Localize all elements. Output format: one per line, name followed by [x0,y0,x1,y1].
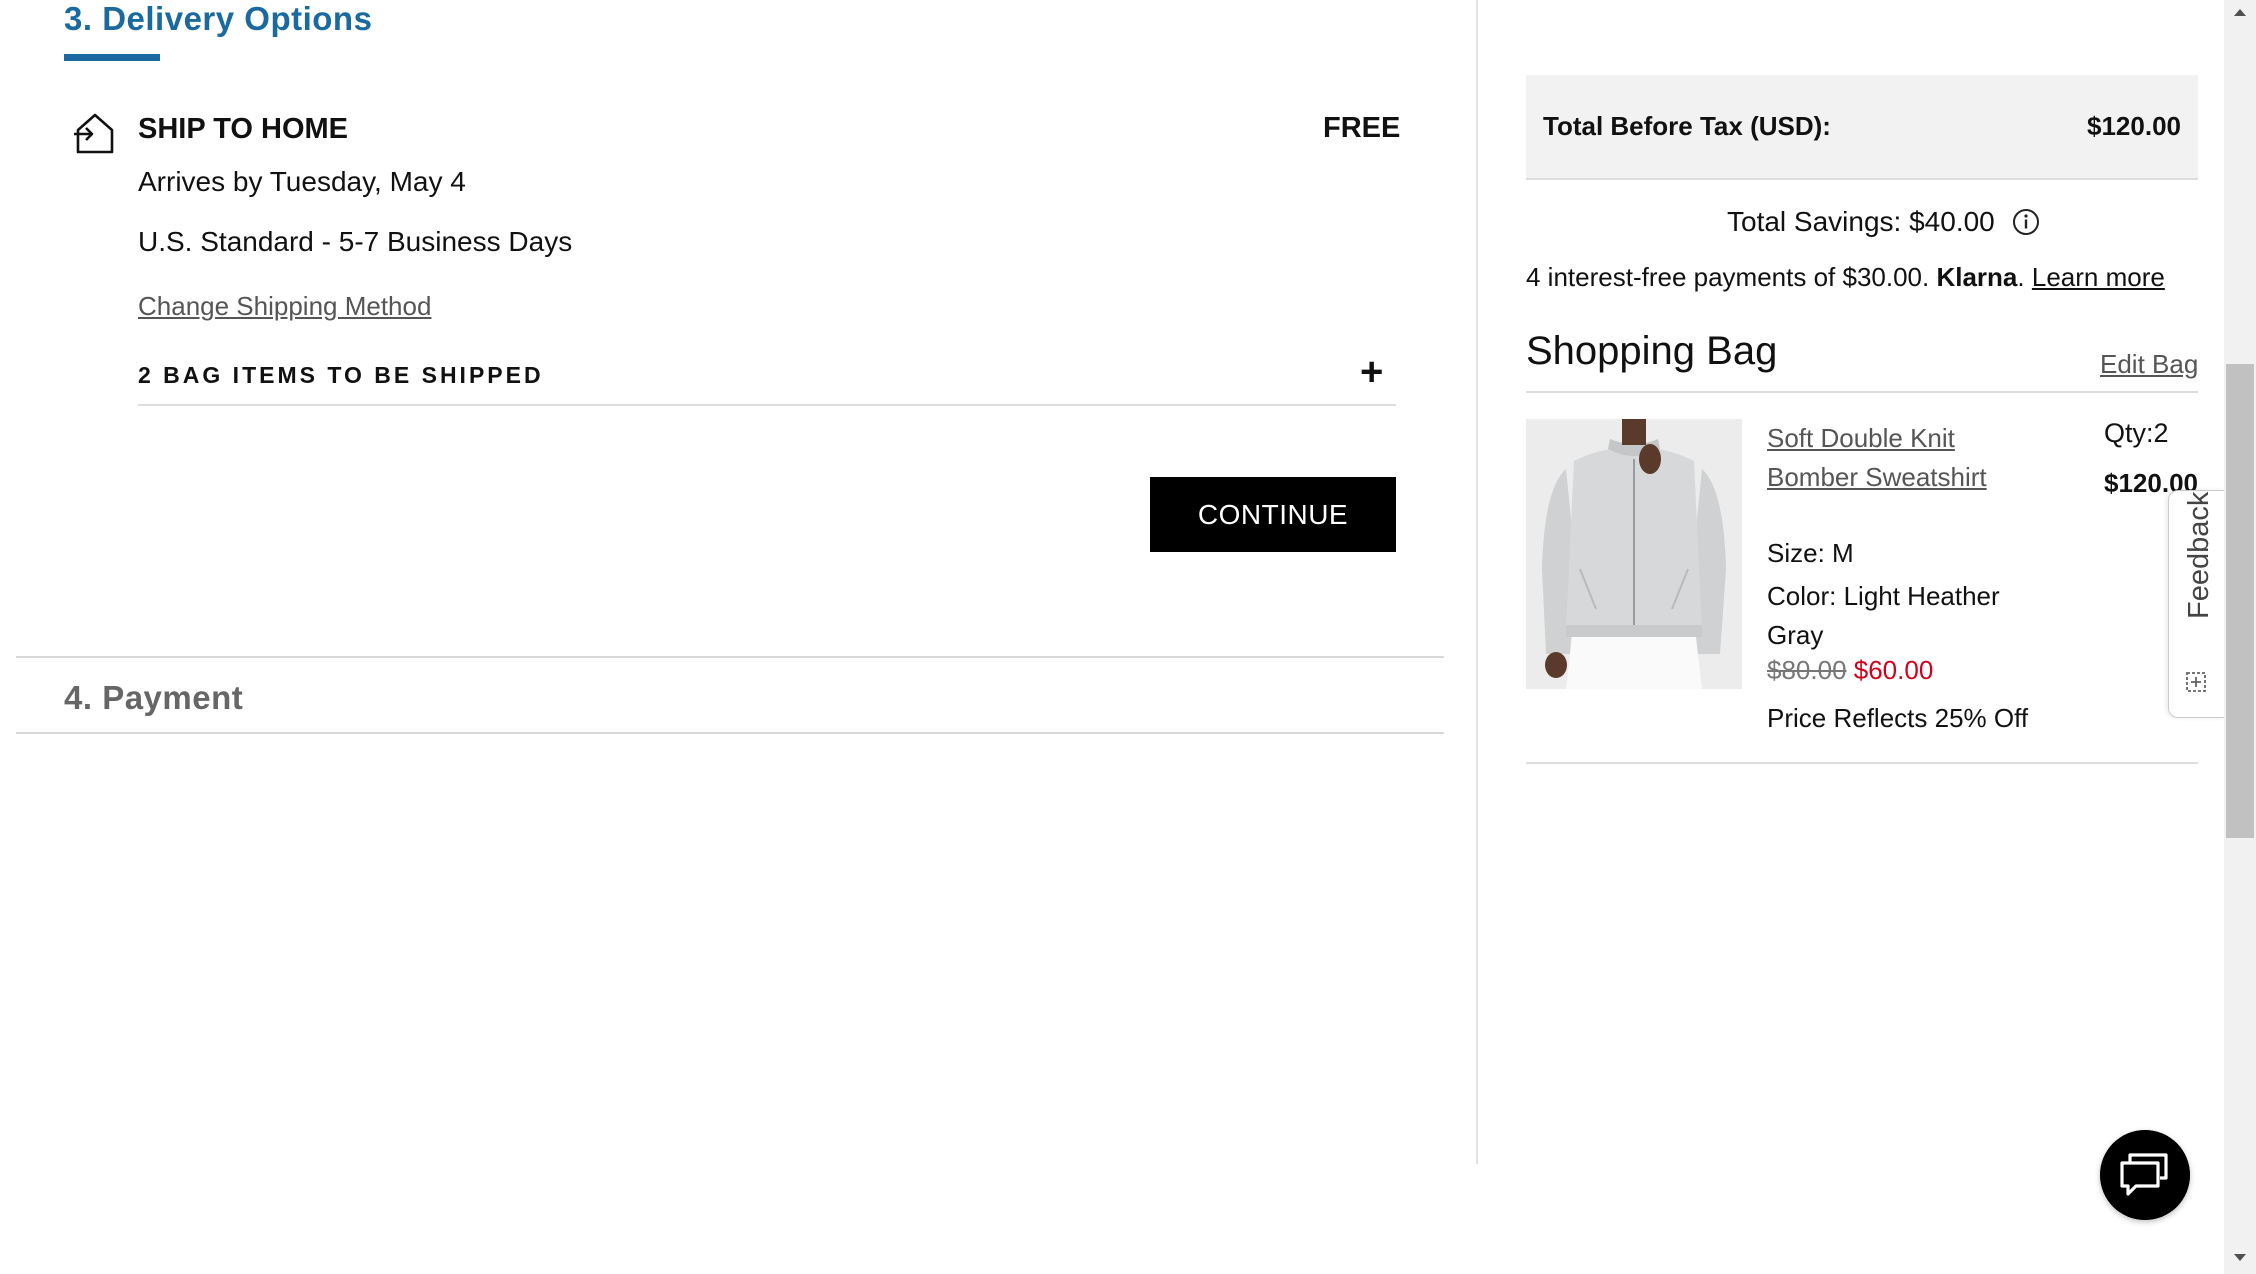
product-color: Color: Light Heather Gray [1767,581,2000,650]
divider [1526,762,2198,764]
divider [138,404,1396,406]
product-prices: $80.00 $60.00 [1767,655,1933,686]
continue-button[interactable]: CONTINUE [1150,477,1396,552]
total-before-tax-value: $120.00 [2087,111,2181,141]
column-divider [1476,0,1478,1164]
payment-step-title[interactable]: 4. Payment [64,679,243,717]
klarna-payments-row: 4 interest-free payments of $30.00. Klar… [1526,262,2165,293]
total-before-tax-label: Total Before Tax (USD): [1543,111,1831,141]
arrival-date: Arrives by Tuesday, May 4 [138,166,466,197]
expand-plus-icon[interactable]: + [1360,352,1383,392]
feedback-icon [2186,672,2206,692]
edit-bag-link[interactable]: Edit Bag [2100,349,2198,380]
scrollbar-thumb[interactable] [2226,364,2254,838]
change-shipping-method-link[interactable]: Change Shipping Method [138,291,431,322]
divider [1526,391,2198,393]
delivery-step-title: 3. Delivery Options [64,0,373,37]
klarna-brand: Klarna [1936,262,2018,292]
feedback-tab[interactable]: Feedback [2168,490,2225,718]
chat-icon[interactable] [2100,1130,2190,1220]
total-savings: Total Savings: $40.00 [1727,206,1995,237]
product-image[interactable] [1526,419,1742,689]
divider [16,732,1444,734]
bag-items-to-ship-label[interactable]: 2 BAG ITEMS TO BE SHIPPED [138,362,544,389]
item-quantity: Qty:2 [2104,418,2169,448]
klarna-period: . [2017,262,2025,292]
shipping-method: U.S. Standard - 5-7 Business Days [138,226,573,257]
product-name-link[interactable]: Soft Double Knit Bomber Sweatshirt [1767,419,1997,497]
info-icon[interactable] [2012,208,2040,236]
ship-to-home-icon [74,113,114,154]
scroll-up-arrow-icon[interactable] [2230,4,2250,20]
divider [16,656,1444,658]
klarna-payments-text: 4 interest-free payments of $30.00. [1526,262,1930,292]
product-size: Size: M [1767,538,1854,568]
active-step-underline [64,54,160,61]
feedback-label: Feedback [2183,491,2215,619]
scroll-down-arrow-icon[interactable] [2230,1250,2250,1266]
price-reflects-discount: Price Reflects 25% Off [1767,703,2029,733]
original-price: $80.00 [1767,655,1847,685]
shopping-bag-title: Shopping Bag [1526,329,1778,373]
shipping-cost: FREE [1323,112,1401,144]
sale-price: $60.00 [1853,655,1934,685]
klarna-learn-more-link[interactable]: Learn more [2032,262,2165,292]
ship-to-home-title: SHIP TO HOME [138,113,349,145]
